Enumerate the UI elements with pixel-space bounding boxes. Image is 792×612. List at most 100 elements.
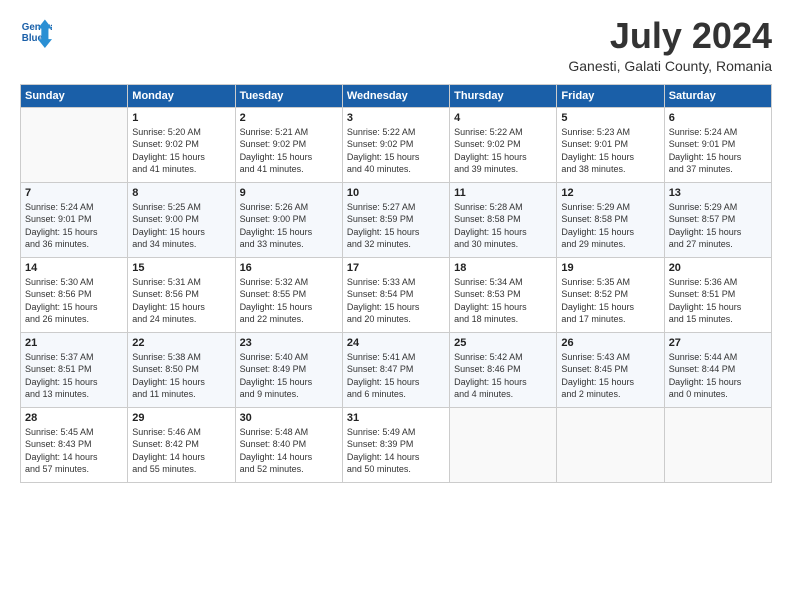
calendar-cell: 26 Sunrise: 5:43 AM Sunset: 8:45 PM Dayli… — [557, 332, 664, 407]
calendar-cell: 14Sunrise: 5:30 AM Sunset: 8:56 PM Dayli… — [21, 257, 128, 332]
day-number: 31 — [347, 412, 445, 424]
header: General Blue July 2024 Ganesti, Galati C… — [20, 16, 772, 74]
day-info: Sunrise: 5:44 AM Sunset: 8:44 PM Dayligh… — [669, 351, 767, 401]
calendar-cell: 10Sunrise: 5:27 AM Sunset: 8:59 PM Dayli… — [342, 182, 449, 257]
day-info: Sunrise: 5:36 AM Sunset: 8:51 PM Dayligh… — [669, 276, 767, 326]
day-number: 6 — [669, 112, 767, 124]
calendar-cell: 29Sunrise: 5:46 AM Sunset: 8:42 PM Dayli… — [128, 407, 235, 482]
day-info: Sunrise: 5:31 AM Sunset: 8:56 PM Dayligh… — [132, 276, 230, 326]
day-number: 19 — [561, 262, 659, 274]
calendar-cell: 15 Sunrise: 5:31 AM Sunset: 8:56 PM Dayli… — [128, 257, 235, 332]
day-info: Sunrise: 5:35 AM Sunset: 8:52 PM Dayligh… — [561, 276, 659, 326]
day-number: 23 — [240, 337, 338, 349]
day-info: Sunrise: 5:22 AM Sunset: 9:02 PM Dayligh… — [347, 126, 445, 176]
day-info: Sunrise: 5:48 AM Sunset: 8:40 PM Dayligh… — [240, 426, 338, 476]
day-info: Sunrise: 5:38 AM Sunset: 8:50 PM Dayligh… — [132, 351, 230, 401]
calendar-cell — [21, 107, 128, 182]
day-number: 7 — [25, 187, 123, 199]
calendar-cell: 22 Sunrise: 5:38 AM Sunset: 8:50 PM Dayli… — [128, 332, 235, 407]
calendar-week-row: 7Sunrise: 5:24 AM Sunset: 9:01 PM Daylig… — [21, 182, 772, 257]
day-number: 3 — [347, 112, 445, 124]
day-number: 29 — [132, 412, 230, 424]
day-number: 22 — [132, 337, 230, 349]
day-number: 5 — [561, 112, 659, 124]
calendar-cell: 25 Sunrise: 5:42 AM Sunset: 8:46 PM Dayli… — [450, 332, 557, 407]
subtitle: Ganesti, Galati County, Romania — [568, 58, 772, 74]
day-info: Sunrise: 5:22 AM Sunset: 9:02 PM Dayligh… — [454, 126, 552, 176]
day-info: Sunrise: 5:29 AM Sunset: 8:58 PM Dayligh… — [561, 201, 659, 251]
day-number: 27 — [669, 337, 767, 349]
calendar-cell: 4 Sunrise: 5:22 AM Sunset: 9:02 PM Daylig… — [450, 107, 557, 182]
calendar-cell: 9 Sunrise: 5:26 AM Sunset: 9:00 PM Daylig… — [235, 182, 342, 257]
day-number: 4 — [454, 112, 552, 124]
day-info: Sunrise: 5:28 AM Sunset: 8:58 PM Dayligh… — [454, 201, 552, 251]
calendar-week-row: 14Sunrise: 5:30 AM Sunset: 8:56 PM Dayli… — [21, 257, 772, 332]
day-number: 20 — [669, 262, 767, 274]
page: General Blue July 2024 Ganesti, Galati C… — [0, 0, 792, 612]
main-title: July 2024 — [568, 16, 772, 56]
day-number: 9 — [240, 187, 338, 199]
calendar-cell: 18 Sunrise: 5:34 AM Sunset: 8:53 PM Dayli… — [450, 257, 557, 332]
calendar-cell — [557, 407, 664, 482]
column-header-tuesday: Tuesday — [235, 84, 342, 107]
day-number: 13 — [669, 187, 767, 199]
calendar-cell — [664, 407, 771, 482]
day-info: Sunrise: 5:34 AM Sunset: 8:53 PM Dayligh… — [454, 276, 552, 326]
day-info: Sunrise: 5:25 AM Sunset: 9:00 PM Dayligh… — [132, 201, 230, 251]
day-info: Sunrise: 5:30 AM Sunset: 8:56 PM Dayligh… — [25, 276, 123, 326]
day-info: Sunrise: 5:24 AM Sunset: 9:01 PM Dayligh… — [669, 126, 767, 176]
calendar-cell: 23 Sunrise: 5:40 AM Sunset: 8:49 PM Dayli… — [235, 332, 342, 407]
calendar-week-row: 21Sunrise: 5:37 AM Sunset: 8:51 PM Dayli… — [21, 332, 772, 407]
day-info: Sunrise: 5:43 AM Sunset: 8:45 PM Dayligh… — [561, 351, 659, 401]
calendar-cell: 27 Sunrise: 5:44 AM Sunset: 8:44 PM Dayli… — [664, 332, 771, 407]
day-info: Sunrise: 5:29 AM Sunset: 8:57 PM Dayligh… — [669, 201, 767, 251]
day-info: Sunrise: 5:49 AM Sunset: 8:39 PM Dayligh… — [347, 426, 445, 476]
day-number: 2 — [240, 112, 338, 124]
day-info: Sunrise: 5:27 AM Sunset: 8:59 PM Dayligh… — [347, 201, 445, 251]
calendar-cell: 30 Sunrise: 5:48 AM Sunset: 8:40 PM Dayli… — [235, 407, 342, 482]
day-number: 26 — [561, 337, 659, 349]
day-number: 8 — [132, 187, 230, 199]
calendar-cell — [450, 407, 557, 482]
column-header-friday: Friday — [557, 84, 664, 107]
day-info: Sunrise: 5:40 AM Sunset: 8:49 PM Dayligh… — [240, 351, 338, 401]
day-number: 16 — [240, 262, 338, 274]
calendar-cell: 13 Sunrise: 5:29 AM Sunset: 8:57 PM Dayli… — [664, 182, 771, 257]
day-number: 12 — [561, 187, 659, 199]
calendar-cell: 31 Sunrise: 5:49 AM Sunset: 8:39 PM Dayli… — [342, 407, 449, 482]
title-block: July 2024 Ganesti, Galati County, Romani… — [568, 16, 772, 74]
column-header-wednesday: Wednesday — [342, 84, 449, 107]
calendar-cell: 12 Sunrise: 5:29 AM Sunset: 8:58 PM Dayli… — [557, 182, 664, 257]
day-number: 18 — [454, 262, 552, 274]
logo-icon: General Blue — [20, 16, 52, 48]
day-info: Sunrise: 5:21 AM Sunset: 9:02 PM Dayligh… — [240, 126, 338, 176]
calendar-week-row: 28Sunrise: 5:45 AM Sunset: 8:43 PM Dayli… — [21, 407, 772, 482]
day-number: 15 — [132, 262, 230, 274]
calendar-cell: 21Sunrise: 5:37 AM Sunset: 8:51 PM Dayli… — [21, 332, 128, 407]
svg-text:Blue: Blue — [22, 33, 44, 44]
day-number: 24 — [347, 337, 445, 349]
day-info: Sunrise: 5:26 AM Sunset: 9:00 PM Dayligh… — [240, 201, 338, 251]
calendar-cell: 6 Sunrise: 5:24 AM Sunset: 9:01 PM Daylig… — [664, 107, 771, 182]
calendar-cell: 8 Sunrise: 5:25 AM Sunset: 9:00 PM Daylig… — [128, 182, 235, 257]
day-info: Sunrise: 5:23 AM Sunset: 9:01 PM Dayligh… — [561, 126, 659, 176]
day-info: Sunrise: 5:41 AM Sunset: 8:47 PM Dayligh… — [347, 351, 445, 401]
day-info: Sunrise: 5:42 AM Sunset: 8:46 PM Dayligh… — [454, 351, 552, 401]
day-info: Sunrise: 5:32 AM Sunset: 8:55 PM Dayligh… — [240, 276, 338, 326]
day-number: 21 — [25, 337, 123, 349]
logo: General Blue — [20, 16, 52, 48]
day-number: 28 — [25, 412, 123, 424]
calendar-cell: 20 Sunrise: 5:36 AM Sunset: 8:51 PM Dayli… — [664, 257, 771, 332]
day-number: 1 — [132, 112, 230, 124]
calendar-cell: 1Sunrise: 5:20 AM Sunset: 9:02 PM Daylig… — [128, 107, 235, 182]
day-info: Sunrise: 5:33 AM Sunset: 8:54 PM Dayligh… — [347, 276, 445, 326]
column-header-sunday: Sunday — [21, 84, 128, 107]
calendar-cell: 11Sunrise: 5:28 AM Sunset: 8:58 PM Dayli… — [450, 182, 557, 257]
calendar-cell: 17Sunrise: 5:33 AM Sunset: 8:54 PM Dayli… — [342, 257, 449, 332]
calendar-cell: 7Sunrise: 5:24 AM Sunset: 9:01 PM Daylig… — [21, 182, 128, 257]
day-number: 30 — [240, 412, 338, 424]
day-number: 25 — [454, 337, 552, 349]
calendar-cell: 2 Sunrise: 5:21 AM Sunset: 9:02 PM Daylig… — [235, 107, 342, 182]
calendar-cell: 16 Sunrise: 5:32 AM Sunset: 8:55 PM Dayli… — [235, 257, 342, 332]
calendar-table: SundayMondayTuesdayWednesdayThursdayFrid… — [20, 84, 772, 483]
